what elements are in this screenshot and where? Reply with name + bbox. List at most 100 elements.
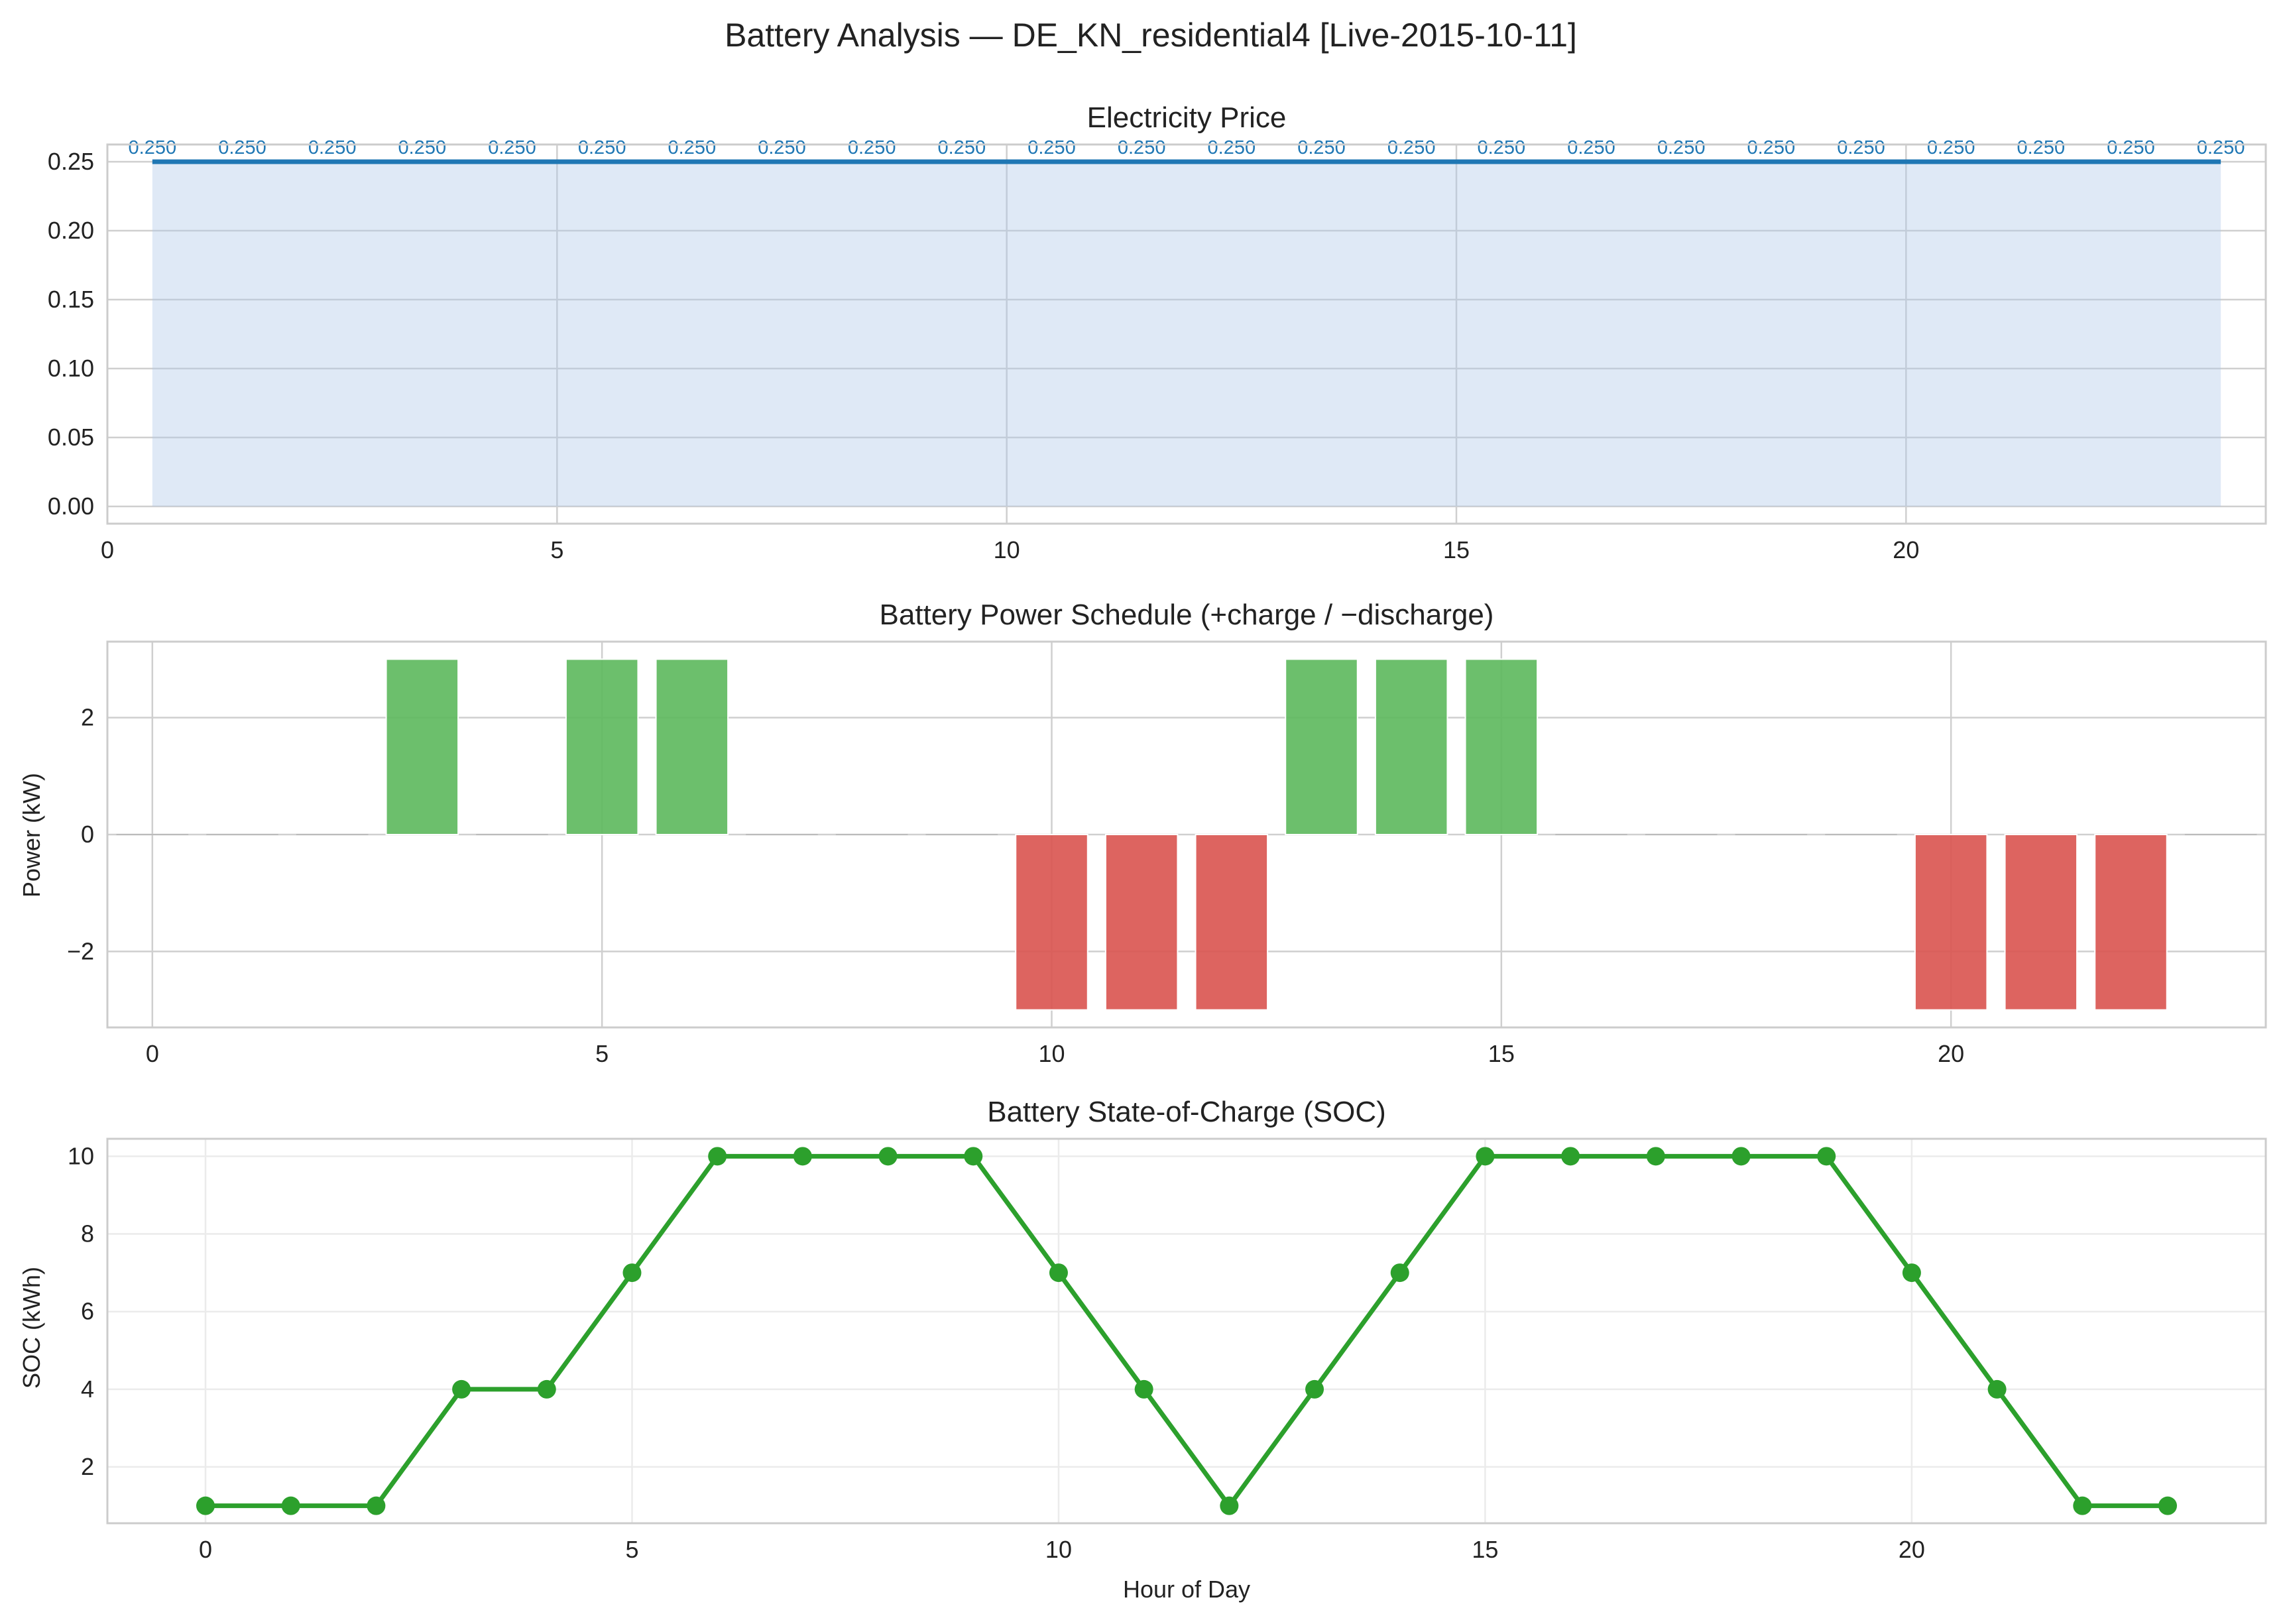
price-data-label: 0.250 xyxy=(758,137,806,158)
x-tick-label: 0 xyxy=(101,536,114,563)
price-data-label: 0.250 xyxy=(1118,137,1166,158)
y-tick-label: 0.05 xyxy=(48,424,94,451)
y-tick-label: −2 xyxy=(67,937,94,964)
x-tick-label: 15 xyxy=(1488,1040,1515,1067)
soc-point xyxy=(1134,1379,1153,1399)
power-bar-discharge xyxy=(1015,834,1088,1011)
power-bar-charge xyxy=(565,658,639,835)
y-tick-label: 6 xyxy=(81,1298,94,1325)
y-tick-label: 0.10 xyxy=(48,355,94,382)
soc-point xyxy=(1390,1263,1409,1283)
soc-x-axis-label: Hour of Day xyxy=(1123,1576,1250,1603)
soc-point xyxy=(1646,1147,1665,1166)
soc-point xyxy=(281,1496,300,1515)
price-chart-title: Electricity Price xyxy=(1087,101,1287,134)
soc-y-axis-label: SOC (kWh) xyxy=(18,1267,45,1389)
soc-point xyxy=(622,1263,642,1283)
price-data-label: 0.250 xyxy=(938,137,986,158)
soc-point xyxy=(452,1379,471,1399)
soc-point xyxy=(793,1147,812,1166)
soc-point xyxy=(964,1147,983,1166)
price-data-label: 0.250 xyxy=(308,137,357,158)
power-bar-discharge xyxy=(1914,834,1988,1011)
x-tick-label: 15 xyxy=(1443,536,1470,563)
price-data-label: 0.250 xyxy=(668,137,717,158)
x-tick-label: 10 xyxy=(1038,1040,1065,1067)
y-tick-label: 0.00 xyxy=(48,493,94,520)
y-tick-label: 4 xyxy=(81,1375,94,1403)
x-tick-label: 20 xyxy=(1899,1536,1925,1563)
power-bar-charge xyxy=(1285,658,1358,835)
y-tick-label: 2 xyxy=(81,704,94,731)
x-tick-label: 5 xyxy=(550,536,563,563)
power-bar-charge xyxy=(1464,658,1539,835)
battery-power-chart: Battery Power Schedule (+charge / −disch… xyxy=(18,599,2267,1067)
soc-point xyxy=(1305,1379,1324,1399)
y-tick-label: 0.25 xyxy=(48,148,94,175)
price-data-label: 0.250 xyxy=(129,137,177,158)
x-tick-label: 15 xyxy=(1472,1536,1498,1563)
price-area-fill xyxy=(152,162,2221,506)
price-data-label: 0.250 xyxy=(398,137,447,158)
x-tick-label: 10 xyxy=(994,536,1020,563)
x-tick-label: 5 xyxy=(595,1040,609,1067)
power-y-axis-label: Power (kW) xyxy=(18,773,45,898)
soc-point xyxy=(1902,1263,1921,1283)
x-tick-label: 5 xyxy=(625,1536,638,1563)
x-tick-label: 0 xyxy=(199,1536,212,1563)
x-tick-label: 0 xyxy=(146,1040,159,1067)
plot-frame xyxy=(106,1137,2267,1525)
soc-point xyxy=(878,1147,898,1166)
power-bar-charge xyxy=(1374,658,1448,835)
y-tick-label: 0.20 xyxy=(48,217,94,244)
y-tick-label: 2 xyxy=(81,1453,94,1480)
x-tick-label: 10 xyxy=(1045,1536,1072,1563)
price-data-label: 0.250 xyxy=(1837,137,1885,158)
price-data-label: 0.250 xyxy=(218,137,266,158)
soc-point xyxy=(1561,1147,1580,1166)
x-tick-label: 20 xyxy=(1893,536,1919,563)
soc-point xyxy=(2158,1496,2177,1515)
y-tick-label: 0 xyxy=(81,821,94,848)
soc-point xyxy=(708,1147,727,1166)
electricity-price-chart: Electricity Price 0 5 10 15 20 0.00 0.05 0.10 0.… xyxy=(48,101,2267,563)
y-tick-label: 8 xyxy=(81,1220,94,1247)
battery-soc-chart: Battery State-of-Charge (SOC) SOC (kWh) … xyxy=(18,1096,2267,1603)
soc-chart-title: Battery State-of-Charge (SOC) xyxy=(987,1096,1386,1128)
soc-point xyxy=(1817,1147,1836,1166)
power-bar-charge xyxy=(655,658,729,835)
figure-title: Battery Analysis — DE_KN_residential4 [L… xyxy=(725,17,1577,54)
power-bar-discharge xyxy=(1104,834,1179,1011)
soc-point xyxy=(2073,1496,2092,1515)
price-data-label: 0.250 xyxy=(1927,137,1975,158)
y-tick-label: 0.15 xyxy=(48,286,94,313)
figure: Battery Analysis — DE_KN_residential4 [L… xyxy=(18,17,2267,1603)
price-data-label: 0.250 xyxy=(1208,137,1256,158)
price-data-label: 0.250 xyxy=(1387,137,1436,158)
soc-point xyxy=(1476,1147,1495,1166)
soc-point xyxy=(367,1496,386,1515)
soc-point xyxy=(1987,1379,2007,1399)
price-data-label: 0.250 xyxy=(1747,137,1796,158)
soc-point xyxy=(196,1496,215,1515)
power-chart-title: Battery Power Schedule (+charge / −disch… xyxy=(880,599,1494,631)
y-tick-label: 10 xyxy=(68,1142,94,1169)
price-data-label: 0.250 xyxy=(488,137,536,158)
price-data-label: 0.250 xyxy=(848,137,896,158)
power-bar-charge xyxy=(385,658,459,835)
price-data-label: 0.250 xyxy=(578,137,626,158)
price-data-label: 0.250 xyxy=(2197,137,2245,158)
x-tick-label: 20 xyxy=(1938,1040,1964,1067)
price-data-label: 0.250 xyxy=(1297,137,1346,158)
price-data-label: 0.250 xyxy=(1478,137,1526,158)
soc-point xyxy=(537,1379,556,1399)
price-data-label: 0.250 xyxy=(2107,137,2155,158)
price-data-label: 0.250 xyxy=(2017,137,2066,158)
price-data-label: 0.250 xyxy=(1567,137,1615,158)
soc-line xyxy=(205,1153,2168,1509)
soc-point xyxy=(1731,1147,1751,1166)
power-bar-discharge xyxy=(2004,834,2078,1011)
soc-point xyxy=(1220,1496,1239,1515)
power-bar-discharge xyxy=(2094,834,2168,1011)
soc-point xyxy=(1049,1263,1068,1283)
